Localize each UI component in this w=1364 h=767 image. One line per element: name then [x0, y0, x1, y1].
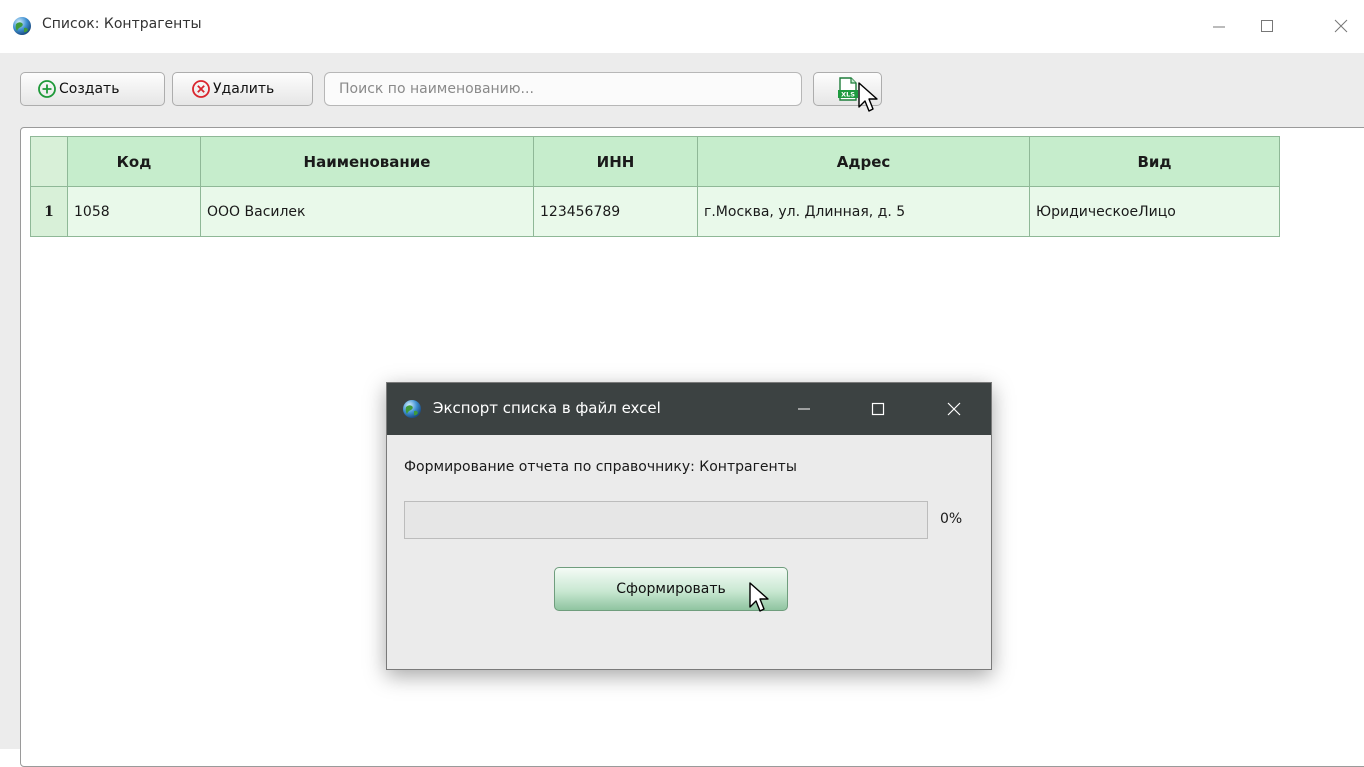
x-circle-icon: [192, 80, 210, 98]
minimize-icon: [1213, 26, 1225, 28]
dialog-title: Экспорт списка в файл excel: [433, 399, 661, 417]
minimize-icon: [798, 408, 810, 410]
dialog-title-bar: Экспорт списка в файл excel: [387, 383, 991, 435]
cell-inn[interactable]: 123456789: [533, 186, 698, 237]
svg-text:XLS: XLS: [841, 91, 855, 99]
create-button-label: Создать: [59, 81, 120, 97]
xls-file-icon: XLS: [837, 77, 858, 101]
cell-name[interactable]: ООО Василек: [200, 186, 534, 237]
delete-button[interactable]: Удалить: [172, 72, 313, 106]
window-title: Список: Контрагенты: [42, 16, 202, 32]
dialog-close-button[interactable]: [939, 395, 969, 423]
cell-address[interactable]: г.Москва, ул. Длинная, д. 5: [697, 186, 1030, 237]
dialog-maximize-button[interactable]: [863, 395, 893, 423]
plus-circle-icon: [38, 80, 56, 98]
mouse-cursor-icon: [749, 582, 769, 612]
mouse-cursor-icon: [858, 82, 878, 112]
column-header-code[interactable]: Код: [67, 136, 201, 187]
column-header-type[interactable]: Вид: [1029, 136, 1280, 187]
globe-app-icon: [403, 400, 421, 418]
column-header-inn[interactable]: ИНН: [533, 136, 698, 187]
maximize-button[interactable]: [1244, 8, 1290, 44]
globe-app-icon: [13, 17, 31, 35]
table-row[interactable]: 1 1058 ООО Василек 123456789 г.Москва, у…: [30, 186, 1280, 237]
table-header-row: Код Наименование ИНН Адрес Вид: [30, 136, 1280, 187]
delete-button-label: Удалить: [213, 81, 275, 97]
column-header-address[interactable]: Адрес: [697, 136, 1030, 187]
cell-type[interactable]: ЮридическоеЛицо: [1029, 186, 1280, 237]
title-bar: Список: Контрагенты: [0, 0, 1364, 53]
cell-code[interactable]: 1058: [67, 186, 201, 237]
dialog-minimize-button[interactable]: [789, 395, 819, 423]
close-icon: [947, 402, 961, 416]
minimize-button[interactable]: [1196, 8, 1242, 44]
close-icon: [1334, 19, 1348, 33]
maximize-icon: [871, 402, 885, 416]
create-button[interactable]: Создать: [20, 72, 165, 106]
export-dialog: Экспорт списка в файл excel Формирование…: [386, 382, 992, 670]
maximize-icon: [1261, 20, 1273, 32]
contractors-table: Код Наименование ИНН Адрес Вид 1 1058 ОО…: [30, 136, 1280, 237]
export-progress-bar: [404, 501, 928, 539]
dialog-message: Формирование отчета по справочнику: Конт…: [404, 459, 797, 475]
generate-button-label: Сформировать: [616, 581, 726, 597]
column-header-name[interactable]: Наименование: [200, 136, 534, 187]
row-number-header: [30, 136, 68, 187]
progress-percent: 0%: [940, 511, 963, 527]
search-input[interactable]: [324, 72, 802, 106]
row-number: 1: [30, 186, 68, 237]
close-button[interactable]: [1318, 8, 1364, 44]
